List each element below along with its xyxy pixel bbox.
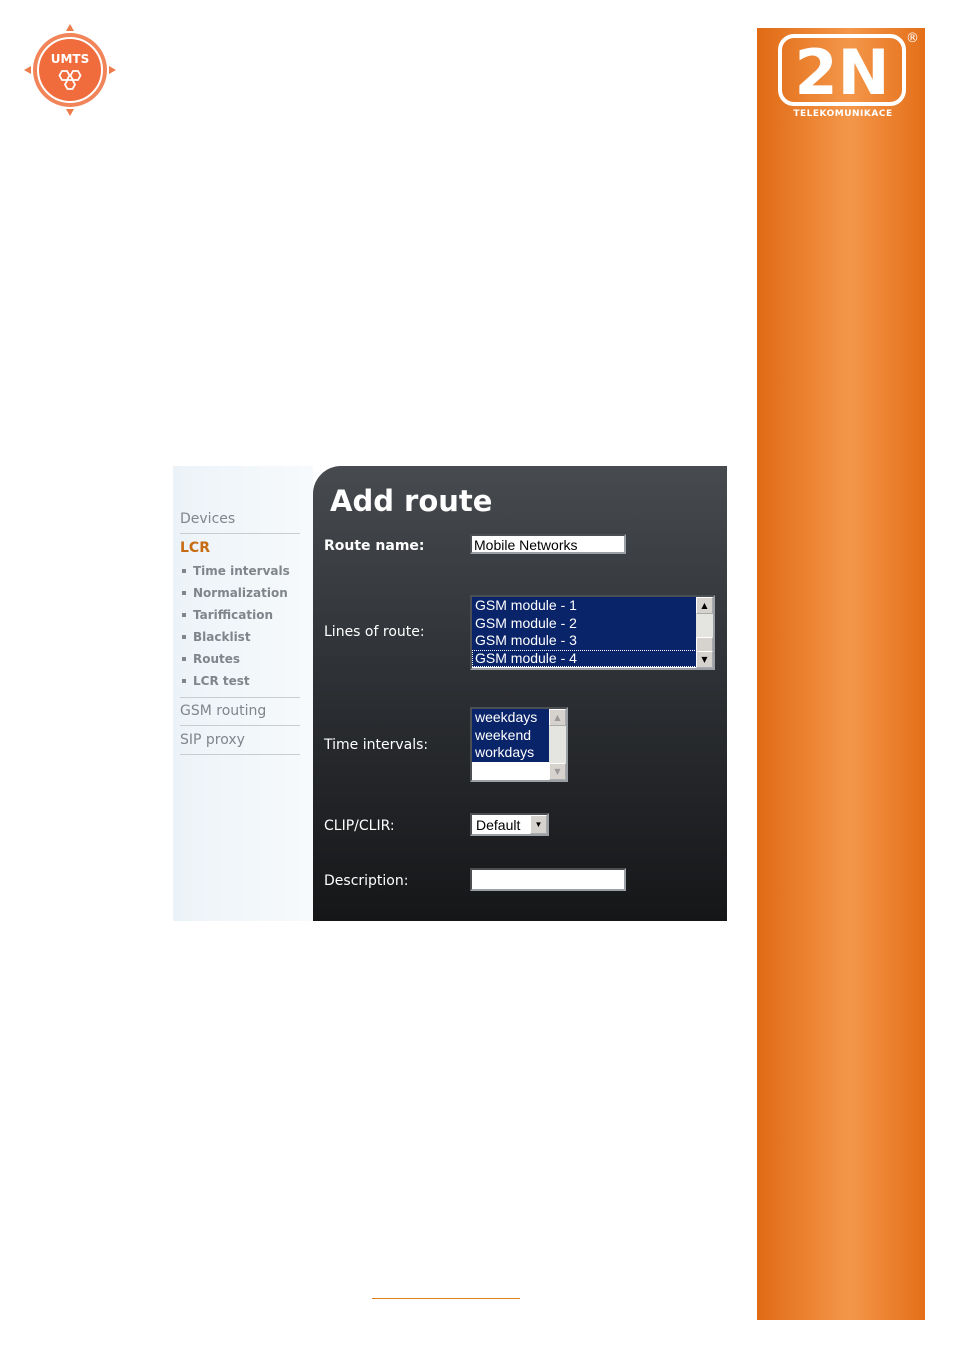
bullet-icon [182, 678, 186, 683]
scroll-up-icon[interactable]: ▲ [696, 597, 713, 614]
bullet-icon [182, 656, 186, 661]
list-item[interactable]: weekend [472, 726, 549, 744]
nav-sidebar: Devices LCR Time intervals Normalization… [173, 466, 313, 921]
nav-lcr-test-label: LCR test [193, 674, 250, 688]
description-input[interactable] [470, 868, 626, 891]
list-item[interactable]: workdays [472, 744, 549, 762]
lines-of-route-listbox[interactable]: GSM module - 1 GSM module - 2 GSM module… [470, 595, 715, 670]
scroll-thumb[interactable] [696, 637, 713, 652]
nav-lcr-test[interactable]: LCR test [182, 671, 307, 691]
list-item[interactable]: GSM module - 1 [472, 597, 713, 615]
2n-logo-text: 2N [794, 36, 889, 106]
nav-sip-proxy-label: SIP proxy [180, 732, 245, 748]
clip-clir-label: CLIP/CLIR: [324, 818, 395, 834]
umts-logo-text: UMTS [51, 52, 90, 66]
bullet-icon [182, 568, 186, 573]
nav-blacklist[interactable]: Blacklist [182, 627, 307, 647]
nav-routes[interactable]: Routes [182, 649, 307, 669]
nav-time-intervals[interactable]: Time intervals [182, 561, 307, 581]
add-route-screenshot: Devices LCR Time intervals Normalization… [173, 466, 727, 921]
bullet-icon [182, 634, 186, 639]
route-name-label: Route name: [324, 538, 425, 554]
nav-normalization-label: Normalization [193, 586, 288, 600]
nav-normalization[interactable]: Normalization [182, 583, 307, 603]
lines-scrollbar[interactable]: ▲ ▼ [696, 597, 713, 668]
brand-subtitle: TELEKOMUNIKACE [793, 109, 893, 119]
bullet-icon [182, 612, 186, 617]
nav-gsm-routing[interactable]: GSM routing [180, 697, 300, 726]
nav-tariffication[interactable]: Tariffication [182, 605, 307, 625]
umts-logo: UMTS [24, 24, 116, 116]
list-item[interactable]: weekdays [472, 709, 549, 727]
nav-devices-label: Devices [180, 511, 236, 527]
registered-mark: ® [906, 31, 919, 46]
nav-time-intervals-label: Time intervals [193, 564, 290, 578]
form-panel: Add route Route name: Mobile Networks Li… [313, 466, 727, 921]
nav-routes-label: Routes [193, 652, 241, 666]
nav-sip-proxy[interactable]: SIP proxy [180, 726, 300, 755]
scroll-down-icon[interactable]: ▼ [549, 763, 566, 780]
page-title: Add route [330, 484, 493, 518]
list-item[interactable]: GSM module - 4 [472, 649, 713, 667]
scroll-up-icon[interactable]: ▲ [549, 709, 566, 726]
nav-blacklist-label: Blacklist [193, 630, 251, 644]
bullet-icon [182, 590, 186, 595]
nav-lcr[interactable]: LCR [180, 534, 300, 562]
lines-of-route-label: Lines of route: [324, 624, 425, 640]
time-intervals-scrollbar[interactable]: ▲ ▼ [549, 709, 566, 780]
2n-logo: 2N [778, 34, 906, 106]
description-label: Description: [324, 873, 409, 889]
list-item[interactable]: GSM module - 3 [472, 632, 713, 650]
scroll-down-icon[interactable]: ▼ [696, 651, 713, 668]
nav-gsm-routing-label: GSM routing [180, 703, 267, 719]
clip-clir-select[interactable]: Default ▼ [470, 813, 549, 836]
nav-lcr-label: LCR [180, 540, 210, 556]
time-intervals-label: Time intervals: [324, 737, 429, 753]
orange-sidebar-band [757, 28, 925, 1320]
route-name-input[interactable]: Mobile Networks [470, 534, 626, 554]
footer-link-underline[interactable] [372, 1298, 520, 1299]
nav-tariffication-label: Tariffication [193, 608, 273, 622]
clip-clir-value: Default [476, 817, 521, 833]
chevron-down-icon[interactable]: ▼ [530, 815, 547, 834]
time-intervals-listbox[interactable]: weekdays weekend workdays ▲ ▼ [470, 707, 568, 782]
nav-devices[interactable]: Devices [180, 505, 300, 534]
list-item[interactable]: GSM module - 2 [472, 614, 713, 632]
